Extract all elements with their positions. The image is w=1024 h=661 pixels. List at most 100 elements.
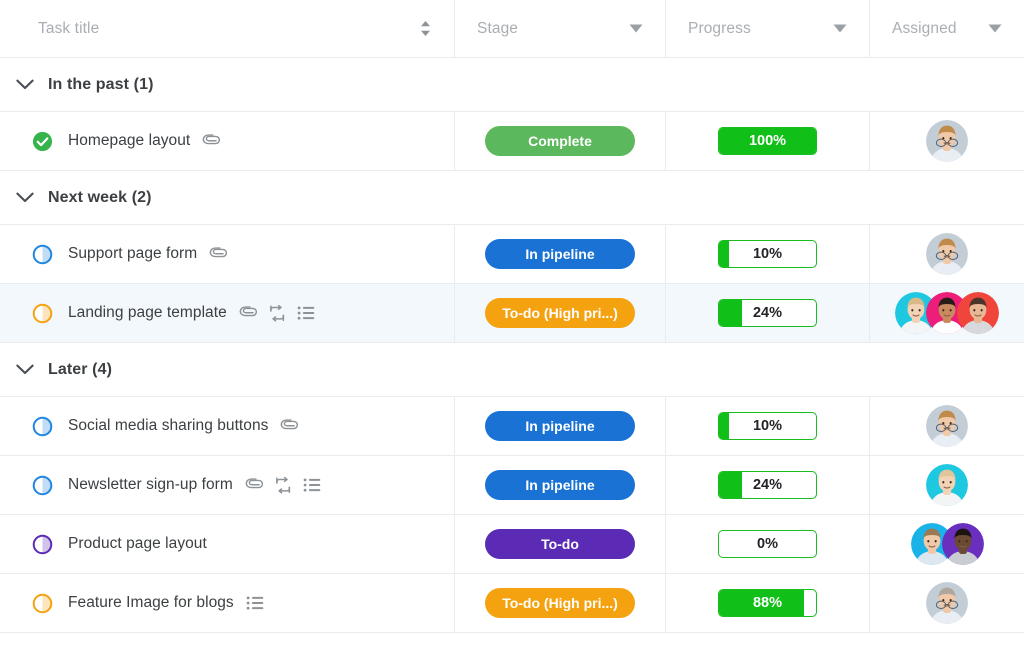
progress-bar[interactable]: 10% xyxy=(718,412,817,440)
task-meta-icons xyxy=(202,133,221,150)
task-title-text[interactable]: Homepage layout xyxy=(68,132,190,150)
chevron-down-icon[interactable] xyxy=(833,24,847,33)
table-row[interactable]: Homepage layout Complete 100% xyxy=(0,112,1024,171)
column-header-task-title[interactable]: Task title xyxy=(0,0,455,57)
chevron-down-icon[interactable] xyxy=(12,364,38,376)
cell-progress: 10% xyxy=(666,225,870,283)
chevron-down-icon[interactable] xyxy=(988,24,1002,33)
stage-badge[interactable]: In pipeline xyxy=(485,411,635,441)
table-header-row: Task title Stage Progress Assigned xyxy=(0,0,1024,58)
cell-task-title: Landing page template xyxy=(0,284,455,342)
avatar[interactable] xyxy=(926,405,968,447)
column-header-progress[interactable]: Progress xyxy=(666,0,870,57)
half-circle-icon[interactable] xyxy=(32,244,53,265)
table-row[interactable]: Feature Image for blogs To-do (High pri.… xyxy=(0,574,1024,633)
chevron-down-icon[interactable] xyxy=(629,24,643,33)
column-header-assigned[interactable]: Assigned xyxy=(870,0,1024,57)
cell-progress: 88% xyxy=(666,574,870,632)
attachment-icon[interactable] xyxy=(280,418,299,435)
attachment-icon[interactable] xyxy=(239,305,258,322)
repeat-icon[interactable] xyxy=(274,477,293,494)
column-header-label: Task title xyxy=(38,20,99,38)
cell-progress: 0% xyxy=(666,515,870,573)
avatar-group[interactable] xyxy=(911,523,984,565)
avatar[interactable] xyxy=(926,120,968,162)
task-meta-icons xyxy=(280,418,299,435)
group-header-label: Next week (2) xyxy=(48,189,152,207)
avatar[interactable] xyxy=(957,292,999,334)
group-header-row[interactable]: Next week (2) xyxy=(0,171,1024,225)
avatar-group[interactable] xyxy=(926,120,968,162)
checklist-icon[interactable] xyxy=(246,595,265,611)
avatar-group[interactable] xyxy=(926,464,968,506)
progress-bar[interactable]: 88% xyxy=(718,589,817,617)
avatar[interactable] xyxy=(926,582,968,624)
table-row[interactable]: Social media sharing buttons In pipeline… xyxy=(0,397,1024,456)
progress-value-label: 100% xyxy=(719,128,816,154)
table-body: In the past (1) Homepage layout Complete… xyxy=(0,58,1024,633)
cell-stage: In pipeline xyxy=(455,225,666,283)
table-row[interactable]: Support page form In pipeline 10% xyxy=(0,225,1024,284)
avatar[interactable] xyxy=(926,233,968,275)
half-circle-icon[interactable] xyxy=(32,303,53,324)
repeat-icon[interactable] xyxy=(268,305,287,322)
stage-badge[interactable]: To-do (High pri...) xyxy=(485,298,635,328)
progress-bar[interactable]: 10% xyxy=(718,240,817,268)
chevron-down-icon[interactable] xyxy=(12,192,38,204)
cell-stage: In pipeline xyxy=(455,456,666,514)
cell-progress: 24% xyxy=(666,284,870,342)
attachment-icon[interactable] xyxy=(202,133,221,150)
task-title-text[interactable]: Landing page template xyxy=(68,304,227,322)
cell-stage: To-do (High pri...) xyxy=(455,284,666,342)
check-circle-icon[interactable] xyxy=(32,131,53,152)
stage-badge[interactable]: To-do xyxy=(485,529,635,559)
stage-badge[interactable]: Complete xyxy=(485,126,635,156)
cell-stage: To-do xyxy=(455,515,666,573)
progress-bar[interactable]: 100% xyxy=(718,127,817,155)
avatar-group[interactable] xyxy=(926,405,968,447)
checklist-icon[interactable] xyxy=(303,477,322,493)
avatar[interactable] xyxy=(926,464,968,506)
table-row[interactable]: Newsletter sign-up form In pipeline 24% xyxy=(0,456,1024,515)
sort-icon[interactable] xyxy=(419,20,432,37)
half-circle-icon[interactable] xyxy=(32,416,53,437)
column-header-label: Assigned xyxy=(892,20,957,38)
cell-assigned xyxy=(870,284,1024,342)
avatar-group[interactable] xyxy=(926,582,968,624)
empty-row xyxy=(0,633,1024,661)
progress-bar[interactable]: 24% xyxy=(718,471,817,499)
attachment-icon[interactable] xyxy=(245,477,264,494)
cell-assigned xyxy=(870,397,1024,455)
column-header-label: Progress xyxy=(688,20,751,38)
half-circle-icon[interactable] xyxy=(32,475,53,496)
avatar[interactable] xyxy=(942,523,984,565)
avatar-group[interactable] xyxy=(895,292,999,334)
task-title-text[interactable]: Feature Image for blogs xyxy=(68,594,234,612)
avatar-group[interactable] xyxy=(926,233,968,275)
table-row[interactable]: Product page layout To-do 0% xyxy=(0,515,1024,574)
progress-value-label: 10% xyxy=(719,413,816,439)
task-meta-icons xyxy=(245,477,322,494)
task-meta-icons xyxy=(239,305,316,322)
chevron-down-icon[interactable] xyxy=(12,79,38,91)
checklist-icon[interactable] xyxy=(297,305,316,321)
task-title-text[interactable]: Social media sharing buttons xyxy=(68,417,268,435)
cell-assigned xyxy=(870,225,1024,283)
task-title-text[interactable]: Support page form xyxy=(68,245,197,263)
group-header-row[interactable]: In the past (1) xyxy=(0,58,1024,112)
stage-badge[interactable]: To-do (High pri...) xyxy=(485,588,635,618)
stage-badge[interactable]: In pipeline xyxy=(485,470,635,500)
column-header-stage[interactable]: Stage xyxy=(455,0,666,57)
cell-task-title: Feature Image for blogs xyxy=(0,574,455,632)
task-title-text[interactable]: Product page layout xyxy=(68,535,207,553)
progress-bar[interactable]: 0% xyxy=(718,530,817,558)
cell-progress: 100% xyxy=(666,112,870,170)
attachment-icon[interactable] xyxy=(209,246,228,263)
task-title-text[interactable]: Newsletter sign-up form xyxy=(68,476,233,494)
half-circle-icon[interactable] xyxy=(32,593,53,614)
group-header-row[interactable]: Later (4) xyxy=(0,343,1024,397)
half-circle-icon[interactable] xyxy=(32,534,53,555)
stage-badge[interactable]: In pipeline xyxy=(485,239,635,269)
progress-bar[interactable]: 24% xyxy=(718,299,817,327)
table-row[interactable]: Landing page template To-do (High pri...… xyxy=(0,284,1024,343)
